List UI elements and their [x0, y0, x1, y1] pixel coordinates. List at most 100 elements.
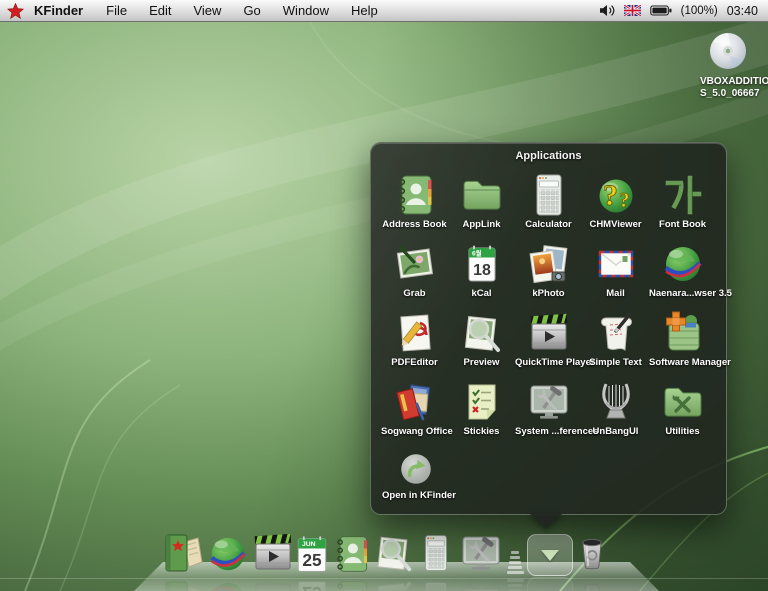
app-item-sogwang-office[interactable]: Sogwang Office	[381, 379, 448, 437]
dock-item-address-book[interactable]	[331, 532, 373, 576]
app-label: Naenara...wser 3.5	[649, 288, 716, 299]
app-item-kcal[interactable]: 6월 18 kCal	[448, 241, 515, 299]
desktop-cd-volume[interactable]: VBOXADDITION S_5.0_06667	[700, 28, 756, 100]
app-label: kPhoto	[515, 288, 582, 299]
app-item-mail[interactable]: Mail	[582, 241, 649, 299]
app-label: CHMViewer	[582, 219, 649, 230]
dock-item-calendar[interactable]: JUN 25	[291, 532, 333, 576]
preview-icon	[459, 310, 505, 356]
browser-globe-icon	[206, 532, 250, 576]
stack-footer: Open in KFinder	[371, 437, 726, 501]
app-label: Software Manager	[649, 357, 716, 368]
app-item-applink[interactable]: AppLink	[448, 172, 515, 230]
simple-text-icon	[593, 310, 639, 356]
svg-text:?: ?	[603, 179, 618, 212]
dock-item-naenara-browser[interactable]	[206, 532, 250, 576]
applications-stack-panel: Applications Address Book	[370, 142, 727, 515]
preview-icon	[372, 530, 416, 576]
panel-pointer	[529, 513, 563, 528]
menu-edit[interactable]: Edit	[138, 0, 182, 22]
app-item-system-preferences[interactable]: System ...ferences	[515, 379, 582, 437]
unbangul-harp-icon	[593, 379, 639, 425]
dock-item-preview[interactable]	[372, 530, 416, 576]
chm-viewer-icon: ? ?	[593, 172, 639, 218]
app-item-font-book[interactable]: Font Book	[649, 172, 716, 230]
cd-label-line1: VBOXADDITION	[700, 76, 756, 88]
app-label: Grab	[381, 288, 448, 299]
app-label: QuickTime Player	[515, 357, 582, 368]
app-label: Utilities	[649, 426, 716, 437]
app-label: kCal	[448, 288, 515, 299]
system-preferences-icon	[458, 530, 504, 576]
battery-percent: (100%)	[681, 5, 718, 17]
red-star-icon[interactable]	[0, 3, 30, 19]
svg-text:?: ?	[619, 188, 630, 212]
app-item-utilities[interactable]: Utilities	[649, 379, 716, 437]
dock-item-quicktime[interactable]	[250, 530, 296, 576]
menu-help[interactable]: Help	[340, 0, 389, 22]
menu-file[interactable]: File	[95, 0, 138, 22]
dock-item-calculator[interactable]	[416, 530, 456, 576]
menu-window[interactable]: Window	[272, 0, 340, 22]
dock-item-kfinder[interactable]	[160, 530, 206, 576]
photos-icon	[526, 241, 572, 287]
dock: JUN 25	[0, 530, 768, 576]
battery-icon[interactable]	[650, 5, 672, 16]
menu-go[interactable]: Go	[232, 0, 271, 22]
dock-item-applications-stack[interactable]	[527, 534, 573, 576]
calculator-icon	[526, 172, 572, 218]
cd-label-line2: S_5.0_06667	[700, 88, 756, 100]
address-book-icon	[392, 172, 438, 218]
dock-item-system-preferences[interactable]	[458, 530, 504, 576]
speaker-icon[interactable]	[599, 4, 615, 17]
app-label: Stickies	[448, 426, 515, 437]
menu-clock[interactable]: 03:40	[727, 4, 758, 18]
grab-icon	[392, 241, 438, 287]
trash-icon	[572, 530, 612, 576]
app-item-preview[interactable]: Preview	[448, 310, 515, 368]
software-manager-icon	[660, 310, 706, 356]
app-item-address-book[interactable]: Address Book	[381, 172, 448, 230]
calendar-icon: JUN 25	[291, 532, 333, 576]
quicktime-icon	[526, 310, 572, 356]
calendar-icon: 6월 18	[459, 241, 505, 287]
menu-view[interactable]: View	[182, 0, 232, 22]
app-item-kphoto[interactable]: kPhoto	[515, 241, 582, 299]
quicktime-icon	[250, 530, 296, 576]
app-grid: Address Book AppLink	[371, 162, 726, 437]
dock-separator	[504, 532, 526, 576]
app-item-simple-text[interactable]: Simple Text	[582, 310, 649, 368]
app-label: System ...ferences	[515, 426, 582, 437]
desktop: KFinder File Edit View Go Window Help	[0, 0, 768, 591]
dock-calendar-day: 25	[302, 550, 322, 570]
panel-title: Applications	[371, 143, 726, 162]
app-label: Sogwang Office	[381, 426, 448, 437]
dock-calendar-month: JUN	[302, 541, 316, 548]
chevron-down-icon	[541, 550, 559, 561]
kfinder-icon	[160, 530, 206, 576]
app-label: AppLink	[448, 219, 515, 230]
applications-stack-icon	[527, 534, 573, 576]
address-book-icon	[331, 532, 373, 576]
utilities-folder-icon	[660, 379, 706, 425]
app-item-chmviewer[interactable]: ? ? CHMViewer	[582, 172, 649, 230]
open-arrow-icon	[396, 449, 436, 489]
uk-flag-icon[interactable]	[624, 5, 641, 16]
app-label: Preview	[448, 357, 515, 368]
app-item-grab[interactable]: Grab	[381, 241, 448, 299]
menu-kfinder[interactable]: KFinder	[30, 0, 95, 22]
app-item-pdfeditor[interactable]: PDFEditor	[381, 310, 448, 368]
app-item-naenara-browser[interactable]: Naenara...wser 3.5	[649, 241, 716, 299]
app-label: Address Book	[381, 219, 448, 230]
app-item-software-manager[interactable]: Software Manager	[649, 310, 716, 368]
open-in-kfinder[interactable]: Open in KFinder	[382, 449, 449, 501]
app-item-quicktime[interactable]: QuickTime Player	[515, 310, 582, 368]
app-label: UnBangUl	[582, 426, 649, 437]
kcal-month: 6월	[472, 249, 482, 258]
dock-item-trash[interactable]	[572, 530, 612, 576]
app-item-stickies[interactable]: Stickies	[448, 379, 515, 437]
app-item-unbangul[interactable]: UnBangUl	[582, 379, 649, 437]
folder-icon	[459, 172, 505, 218]
font-book-icon	[660, 172, 706, 218]
app-item-calculator[interactable]: Calculator	[515, 172, 582, 230]
